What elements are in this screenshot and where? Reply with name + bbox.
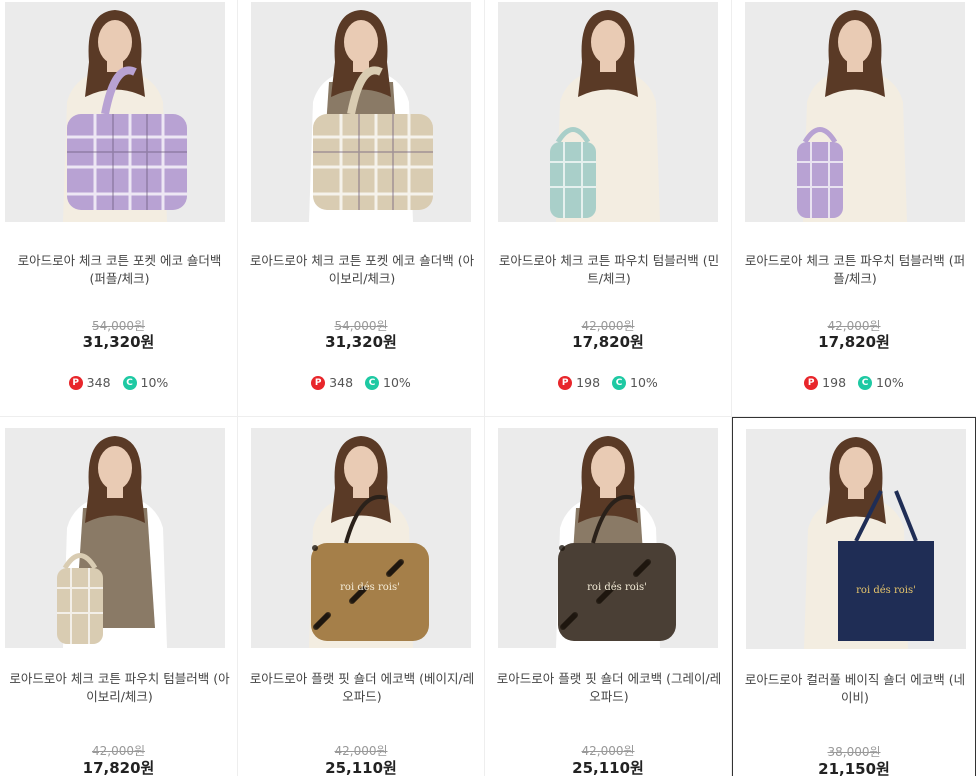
product-card[interactable]: 로아드로아 체크 코튼 포켓 에코 숄더백 (퍼플/체크) 54,000원 31,3… — [0, 0, 238, 417]
points-value: 348 — [86, 375, 111, 390]
sale-price: 17,820원 — [572, 333, 644, 351]
product-name[interactable]: 로아드로아 체크 코튼 포켓 에코 숄더백 (퍼플/체크) — [8, 252, 231, 288]
benefit-badges: P 198 C 10% — [732, 375, 976, 390]
product-card[interactable]: roi dés rois' 로아드로아 플랫 핏 숄더 에코백 (베이지/레오파… — [238, 417, 485, 776]
svg-text:roi dés rois': roi dés rois' — [856, 585, 916, 596]
coupon-value: 10% — [140, 375, 169, 390]
sale-price: 21,150원 — [818, 760, 890, 776]
product-card[interactable]: roi dés rois' 로아드로아 컬러풀 베이직 숄더 에코백 (네이비)… — [732, 417, 976, 776]
product-image[interactable] — [498, 2, 718, 222]
coupon-icon: C — [122, 375, 137, 390]
points-value: 348 — [329, 375, 354, 390]
product-name[interactable]: 로아드로아 플랫 핏 숄더 에코백 (베이지/레오파드) — [246, 670, 478, 706]
coupon-icon: C — [858, 375, 873, 390]
benefit-badges: P 198 C 10% — [485, 375, 731, 390]
points-value: 198 — [576, 375, 601, 390]
coupon-value: 10% — [876, 375, 904, 390]
sale-price: 31,320원 — [325, 333, 397, 351]
product-card[interactable]: 로아드로아 체크 코튼 포켓 에코 숄더백 (아이보리/체크) 54,000원 31… — [238, 0, 485, 417]
coupon-value: 10% — [383, 375, 411, 390]
coupon-value: 10% — [630, 375, 658, 390]
sale-price: 17,820원 — [818, 333, 890, 351]
coupon-icon: C — [612, 375, 627, 390]
product-image[interactable] — [745, 2, 965, 222]
product-name[interactable]: 로아드로아 체크 코튼 포켓 에코 숄더백 (아이보리/체크) — [246, 252, 478, 288]
product-card[interactable]: roi dés rois' 로아드로아 플랫 핏 숄더 에코백 (그레이/레오파… — [485, 417, 732, 776]
sale-price: 25,110원 — [572, 759, 644, 776]
product-card[interactable]: 로아드로아 체크 코튼 파우치 텀블러백 (민트/체크) 42,000원 17,82… — [485, 0, 732, 417]
product-image[interactable]: roi dés rois' — [746, 429, 966, 649]
product-image[interactable] — [5, 428, 225, 648]
product-name[interactable]: 로아드로아 플랫 핏 숄더 에코백 (그레이/레오파드) — [493, 670, 725, 706]
benefit-badges: P 348 C 10% — [238, 375, 484, 390]
points-icon: P — [311, 375, 326, 390]
product-image[interactable] — [251, 2, 471, 222]
coupon-icon: C — [365, 375, 380, 390]
svg-text:roi dés rois': roi dés rois' — [587, 582, 647, 593]
product-image[interactable]: roi dés rois' — [251, 428, 471, 648]
product-name[interactable]: 로아드로아 컬러풀 베이직 숄더 에코백 (네이비) — [741, 671, 969, 707]
svg-text:roi dés rois': roi dés rois' — [340, 582, 400, 593]
points-icon: P — [558, 375, 573, 390]
product-image[interactable] — [5, 2, 225, 222]
product-name[interactable]: 로아드로아 체크 코튼 파우치 텀블러백 (퍼플/체크) — [740, 252, 970, 288]
points-value: 198 — [822, 375, 847, 390]
product-card[interactable]: 로아드로아 체크 코튼 파우치 텀블러백 (아이보리/체크) 42,000원 17,… — [0, 417, 238, 776]
points-icon: P — [804, 375, 819, 390]
product-name[interactable]: 로아드로아 체크 코튼 파우치 텀블러백 (민트/체크) — [493, 252, 725, 288]
points-icon: P — [68, 375, 83, 390]
product-name[interactable]: 로아드로아 체크 코튼 파우치 텀블러백 (아이보리/체크) — [8, 670, 231, 706]
sale-price: 25,110원 — [325, 759, 397, 776]
product-grid: 로아드로아 체크 코튼 포켓 에코 숄더백 (퍼플/체크) 54,000원 31,3… — [0, 0, 976, 776]
product-image[interactable]: roi dés rois' — [498, 428, 718, 648]
product-card[interactable]: 로아드로아 체크 코튼 파우치 텀블러백 (퍼플/체크) 42,000원 17,82… — [732, 0, 976, 417]
sale-price: 17,820원 — [82, 759, 155, 776]
benefit-badges: P 348 C 10% — [0, 375, 237, 390]
sale-price: 31,320원 — [82, 333, 155, 351]
